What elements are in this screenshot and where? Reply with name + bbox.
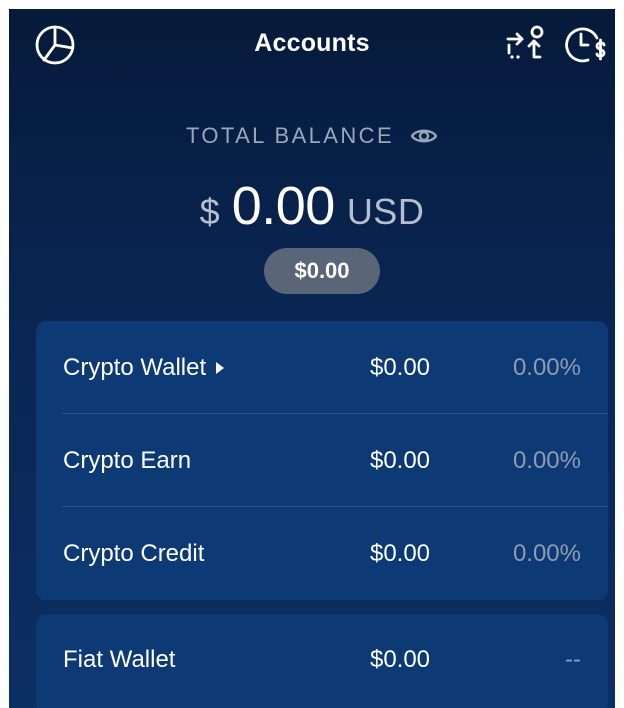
fiat-accounts-card: Fiat Wallet $0.00 -- (36, 614, 608, 708)
account-name: Fiat Wallet (63, 646, 176, 673)
account-row-fiat-wallet[interactable]: Fiat Wallet $0.00 -- (36, 614, 608, 706)
account-name: Crypto Earn (63, 446, 192, 474)
caret-right-icon (216, 361, 225, 374)
balance-amount: 0.00 (231, 176, 336, 236)
account-row-crypto-wallet[interactable]: Crypto Wallet $0.00 0.00% (36, 321, 608, 414)
clock-dollar-icon[interactable] (561, 22, 607, 68)
account-name: Crypto Credit (63, 539, 205, 567)
account-name: Crypto Wallet (63, 353, 207, 381)
transfer-icon[interactable] (503, 22, 549, 68)
account-row-crypto-credit[interactable]: Crypto Credit $0.00 0.00% (36, 507, 608, 600)
total-balance-label: TOTAL BALANCE (185, 123, 395, 148)
account-value: $0.00 (369, 539, 431, 567)
eye-icon[interactable] (410, 126, 438, 146)
account-name-row: Crypto Wallet (63, 321, 225, 414)
secondary-balance-pill[interactable]: $0.00 (264, 248, 380, 294)
balance-currency-code: USD (346, 191, 425, 232)
account-value: $0.00 (369, 646, 431, 673)
account-row-crypto-earn[interactable]: Crypto Earn $0.00 0.00% (36, 414, 608, 507)
accounts-screen: Accounts TOTAL BALANCE $ 0.00 USD $0.00 … (9, 9, 615, 708)
account-percent: -- (565, 646, 581, 673)
account-percent: 0.00% (512, 353, 581, 381)
account-value: $0.00 (369, 446, 431, 474)
account-percent: 0.00% (512, 446, 581, 474)
account-percent: 0.00% (512, 539, 581, 567)
currency-symbol: $ (199, 191, 220, 232)
account-value: $0.00 (369, 353, 431, 381)
total-balance-label-row: TOTAL BALANCE (9, 123, 615, 149)
total-balance: $ 0.00 USD (9, 175, 615, 237)
header-bar: Accounts (9, 9, 615, 85)
crypto-accounts-card: Crypto Wallet $0.00 0.00% Crypto Earn $0… (36, 321, 608, 600)
